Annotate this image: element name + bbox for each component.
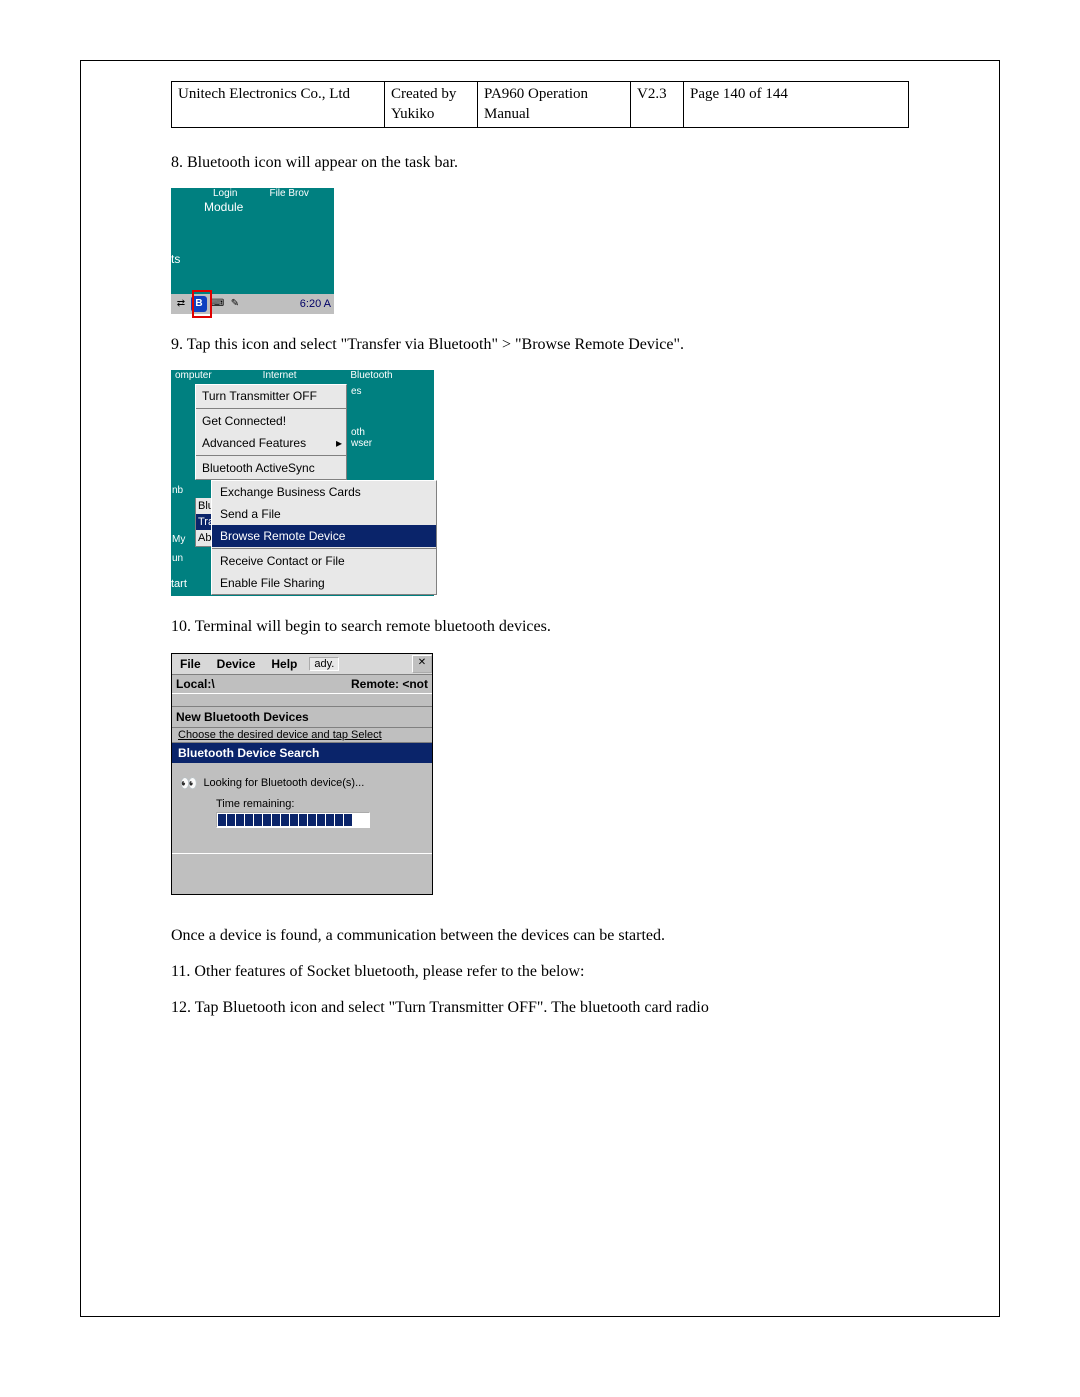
step-12-text: 12. Tap Bluetooth icon and select "Turn …: [171, 997, 909, 1019]
search-eyes-icon: 👀: [180, 775, 195, 792]
bluetooth-highlight-box: [192, 290, 212, 318]
dialog-bottom-area: [172, 853, 432, 894]
menu-help[interactable]: Help: [263, 655, 305, 673]
taskbar-clock: 6:20 A: [300, 298, 334, 310]
menu-device[interactable]: Device: [209, 655, 264, 673]
screenshot-taskbar: Login File Brov Module ts ⇄ B ⌨ ✎ 6:20 A: [171, 188, 334, 314]
menu-send-a-file[interactable]: Send a File: [212, 503, 436, 525]
bt-search-dialog-title: Bluetooth Device Search: [172, 743, 432, 763]
document-page: Unitech Electronics Co., Ltd Created by …: [0, 0, 1080, 1397]
time-remaining-label: Time remaining:: [216, 798, 424, 810]
bg-frag-wser: wser: [351, 438, 434, 449]
bg-label-bluetooth: Bluetooth: [346, 370, 434, 384]
step-8-text: 8. Bluetooth icon will appear on the tas…: [171, 152, 909, 174]
status-ready: ady.: [309, 657, 339, 671]
step-9-text: 9. Tap this icon and select "Transfer vi…: [171, 334, 909, 356]
bg-frag-un: un: [171, 553, 195, 564]
bg-label-internet: Internet: [259, 370, 347, 384]
header-created: Created by Yukiko: [385, 82, 478, 128]
menu-file[interactable]: File: [172, 655, 209, 673]
page-frame: Unitech Electronics Co., Ltd Created by …: [80, 60, 1000, 1317]
step-11-text: 11. Other features of Socket bluetooth, …: [171, 961, 909, 983]
start-label[interactable]: tart: [171, 578, 195, 594]
tray-misc-icon[interactable]: ✎: [227, 296, 243, 312]
desktop-label-login: Login: [207, 188, 243, 199]
bg-label-computer: omputer: [171, 370, 259, 384]
taskbar: ⇄ B ⌨ ✎ 6:20 A: [171, 294, 334, 314]
bg-frag-oth: oth: [351, 427, 434, 438]
bg-frag-my: My: [171, 534, 195, 545]
once-found-text: Once a device is found, a communication …: [171, 925, 909, 947]
menu-browse-remote-device[interactable]: Browse Remote Device: [212, 525, 436, 547]
menu-enable-file-sharing[interactable]: Enable File Sharing: [212, 572, 436, 594]
search-progress-bar: [216, 812, 370, 828]
menu-bluetooth-activesync[interactable]: Bluetooth ActiveSync: [196, 457, 346, 479]
menu-receive-contact-or-file[interactable]: Receive Contact or File: [212, 550, 436, 572]
bg-frag-nb: nb: [171, 485, 195, 496]
menu-exchange-business-cards[interactable]: Exchange Business Cards: [212, 481, 436, 503]
tray-network-icon[interactable]: ⇄: [173, 296, 189, 312]
menu-advanced-features[interactable]: Advanced Features: [196, 432, 346, 454]
local-path-label: Local:\: [176, 677, 351, 691]
header-company: Unitech Electronics Co., Ltd: [172, 82, 385, 128]
close-button[interactable]: ✕: [412, 655, 432, 673]
step-10-text: 10. Terminal will begin to search remote…: [171, 616, 909, 638]
bluetooth-main-menu: Turn Transmitter OFF Get Connected! Adva…: [195, 384, 347, 480]
bt-browser-menubar: File Device Help ady. ✕: [172, 654, 432, 675]
header-page: Page 140 of 144: [684, 82, 909, 128]
menu-turn-transmitter-off[interactable]: Turn Transmitter OFF: [196, 385, 346, 407]
desktop-label-ts: ts: [171, 252, 180, 266]
new-bt-devices-heading: New Bluetooth Devices: [172, 707, 432, 728]
header-version: V2.3: [631, 82, 684, 128]
desktop-label-module: Module: [204, 200, 243, 214]
menu-get-connected[interactable]: Get Connected!: [196, 410, 346, 432]
screenshot-bt-menu: omputer Internet Bluetooth nb My un Turn…: [171, 370, 434, 596]
remote-path-label: Remote: <not: [351, 677, 428, 691]
header-table: Unitech Electronics Co., Ltd Created by …: [171, 81, 909, 128]
looking-text: Looking for Bluetooth device(s)...: [203, 777, 364, 789]
bt-search-dialog-body: 👀 Looking for Bluetooth device(s)... Tim…: [172, 763, 432, 853]
bt-browser-toolbar: [172, 693, 432, 707]
bg-frag-es: es: [351, 386, 434, 397]
desktop-label-filebrow: File Brov: [263, 188, 314, 199]
screenshot-bt-search: File Device Help ady. ✕ Local:\ Remote: …: [171, 653, 433, 895]
transfer-submenu: Exchange Business Cards Send a File Brow…: [211, 480, 437, 595]
choose-device-hint: Choose the desired device and tap Select: [172, 728, 432, 743]
header-doc: PA960 Operation Manual: [478, 82, 631, 128]
